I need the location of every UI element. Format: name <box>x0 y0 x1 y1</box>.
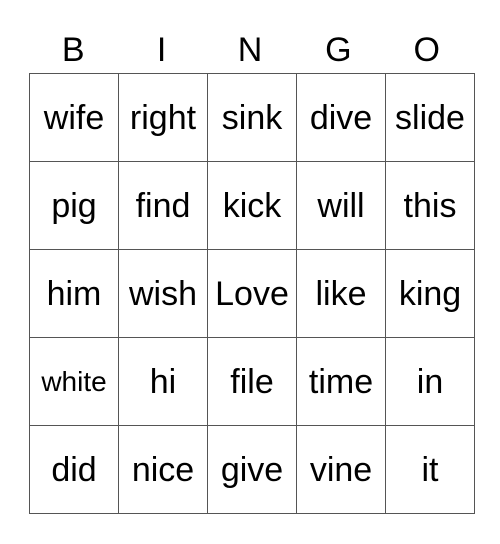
bingo-cell[interactable]: wish <box>118 249 208 338</box>
bingo-cell[interactable]: find <box>118 161 208 250</box>
bingo-header: B I N G O <box>29 28 471 72</box>
bingo-cell[interactable]: king <box>385 249 475 338</box>
board-row: white hi file time in <box>29 337 475 426</box>
bingo-cell[interactable]: in <box>385 337 475 426</box>
bingo-cell[interactable]: nice <box>118 425 208 514</box>
bingo-cell[interactable]: time <box>296 337 386 426</box>
bingo-cell[interactable]: give <box>207 425 297 514</box>
board-row: wife right sink dive slide <box>29 73 475 162</box>
bingo-cell[interactable]: file <box>207 337 297 426</box>
bingo-board: wife right sink dive slide pig find kick… <box>29 73 475 514</box>
bingo-cell[interactable]: hi <box>118 337 208 426</box>
bingo-cell[interactable]: will <box>296 161 386 250</box>
board-row: him wish Love like king <box>29 249 475 338</box>
bingo-cell[interactable]: this <box>385 161 475 250</box>
bingo-cell[interactable]: sink <box>207 73 297 162</box>
bingo-cell[interactable]: white <box>29 337 119 426</box>
bingo-cell[interactable]: dive <box>296 73 386 162</box>
bingo-cell[interactable]: slide <box>385 73 475 162</box>
bingo-cell[interactable]: pig <box>29 161 119 250</box>
header-letter-i: I <box>156 31 167 69</box>
bingo-cell[interactable]: kick <box>207 161 297 250</box>
header-letter-o: O <box>413 31 440 69</box>
header-letter-g: G <box>325 31 352 69</box>
bingo-cell[interactable]: vine <box>296 425 386 514</box>
bingo-cell[interactable]: it <box>385 425 475 514</box>
header-letter-b: B <box>61 31 85 69</box>
bingo-cell[interactable]: like <box>296 249 386 338</box>
board-row: pig find kick will this <box>29 161 475 250</box>
bingo-cell[interactable]: him <box>29 249 119 338</box>
bingo-cell[interactable]: did <box>29 425 119 514</box>
bingo-cell[interactable]: right <box>118 73 208 162</box>
bingo-cell[interactable]: wife <box>29 73 119 162</box>
header-letter-n: N <box>237 31 263 69</box>
bingo-cell[interactable]: Love <box>207 249 297 338</box>
board-row: did nice give vine it <box>29 425 475 514</box>
